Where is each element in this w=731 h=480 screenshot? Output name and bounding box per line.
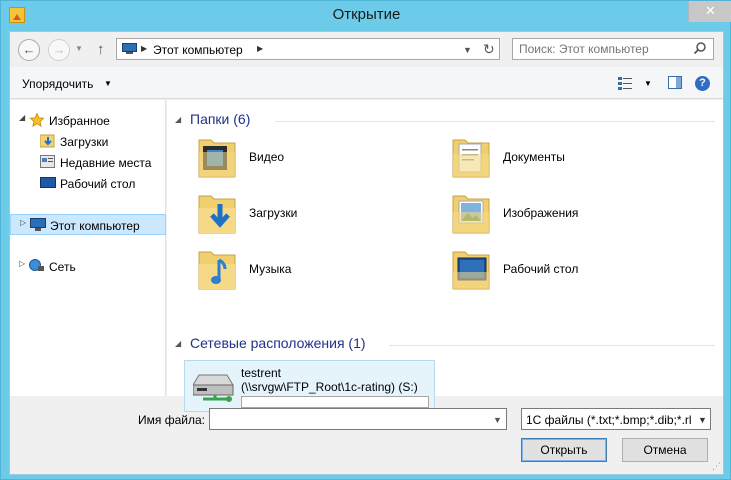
file-list-pane: ◢ Папки (6) Видео Документы Загрузки Изо… — [167, 100, 723, 412]
folder-label: Видео — [249, 150, 285, 164]
folder-label: Изображения — [503, 206, 579, 220]
title-bar: Открытие ✕ — [1, 1, 731, 31]
collapse-arrow-icon[interactable]: ◢ — [175, 115, 181, 124]
network-drive-item[interactable]: testrent (\\srvgw\FTP_Root\1c-rating) (S… — [184, 360, 435, 412]
folder-label: Рабочий стол — [503, 262, 579, 276]
search-input[interactable] — [517, 41, 687, 57]
view-chevron-down-icon[interactable]: ▼ — [644, 79, 652, 88]
music-folder-icon — [198, 251, 236, 290]
network-locations-group-header[interactable]: ◢ Сетевые расположения (1) — [175, 334, 715, 354]
collapse-arrow-icon[interactable]: ◢ — [175, 339, 181, 348]
folders-group-header[interactable]: ◢ Папки (6) — [175, 110, 715, 130]
search-icon[interactable] — [693, 41, 707, 55]
nav-label: Рабочий стол — [60, 177, 136, 191]
expand-arrow-icon[interactable]: ◢ — [19, 113, 25, 122]
downloads-folder-icon — [198, 195, 236, 234]
file-type-value: 1С файлы (*.txt;*.bmp;*.dib;*.rl — [526, 413, 692, 427]
star-icon — [29, 113, 45, 127]
group-title: Сетевые расположения (1) — [190, 335, 366, 351]
folder-label: Загрузки — [249, 206, 298, 220]
nav-label: Недавние места — [60, 156, 152, 170]
expand-arrow-icon[interactable]: ▷ — [19, 259, 25, 268]
folder-label: Музыка — [249, 262, 292, 276]
nav-label: Этот компьютер — [50, 219, 140, 233]
breadcrumb-separator-icon[interactable]: ▶ — [141, 44, 147, 53]
network-drive-path: (\\srvgw\FTP_Root\1c-rating) (S:) — [241, 380, 418, 394]
nav-label: Сеть — [49, 260, 76, 274]
video-folder-icon — [198, 139, 236, 178]
back-button[interactable]: ← — [18, 39, 40, 61]
expand-arrow-icon[interactable]: ▷ — [20, 218, 26, 227]
documents-folder-icon — [452, 139, 490, 178]
search-box[interactable] — [512, 38, 714, 60]
group-divider — [275, 121, 715, 122]
nav-item-downloads[interactable]: Загрузки — [10, 131, 166, 151]
up-arrow-icon[interactable]: ↑ — [97, 41, 105, 58]
filename-chevron-down-icon[interactable]: ▼ — [493, 415, 502, 425]
folder-item[interactable]: Документы — [451, 134, 691, 184]
nav-label: Избранное — [49, 114, 110, 128]
address-bar[interactable]: ▶ Этот компьютер ▶ ▼ ↻ — [116, 38, 500, 60]
pictures-folder-icon — [452, 195, 490, 234]
filename-combobox[interactable]: ▼ — [209, 408, 507, 430]
desktop-folder-icon — [452, 251, 490, 290]
downloads-folder-icon — [40, 134, 55, 148]
refresh-icon[interactable]: ↻ — [483, 41, 495, 58]
nav-item-favorites[interactable]: ◢ Избранное — [10, 110, 166, 130]
forward-button[interactable]: → — [48, 39, 70, 61]
nav-item-desktop[interactable]: Рабочий стол — [10, 173, 166, 193]
computer-icon — [30, 218, 46, 231]
cancel-button[interactable]: Отмена — [622, 438, 708, 462]
filename-label: Имя файла: — [138, 413, 205, 427]
navigation-pane: ◢ Избранное Загрузки Недавние места Рабо… — [10, 100, 166, 396]
network-drive-name: testrent — [241, 366, 282, 380]
nav-item-recent-places[interactable]: Недавние места — [10, 152, 166, 172]
filename-input[interactable] — [213, 411, 483, 427]
computer-icon — [122, 43, 137, 54]
command-toolbar: Упорядочить ▼ ▼ ? — [10, 67, 723, 99]
drive-usage-bar — [241, 396, 429, 408]
nav-item-this-pc[interactable]: ▷ Этот компьютер — [10, 214, 166, 235]
window-title: Открытие — [332, 6, 401, 23]
close-button[interactable]: ✕ — [688, 1, 731, 22]
view-options-icon[interactable] — [618, 77, 632, 90]
folder-item[interactable]: Загрузки — [197, 190, 437, 240]
preview-pane-icon[interactable] — [668, 76, 682, 89]
desktop-icon — [40, 177, 56, 188]
folder-item[interactable]: Видео — [197, 134, 437, 184]
folder-item[interactable]: Рабочий стол — [451, 246, 691, 296]
open-button[interactable]: Открыть — [521, 438, 607, 462]
recent-places-icon — [40, 155, 55, 168]
network-drive-icon — [193, 374, 234, 402]
organize-chevron-down-icon[interactable]: ▼ — [104, 79, 112, 88]
group-title: Папки (6) — [190, 111, 251, 127]
folder-item[interactable]: Изображения — [451, 190, 691, 240]
folder-item[interactable]: Музыка — [197, 246, 437, 296]
nav-item-network[interactable]: ▷ Сеть — [10, 256, 166, 276]
folder-label: Документы — [503, 150, 565, 164]
network-icon — [29, 259, 44, 271]
file-type-select[interactable]: 1С файлы (*.txt;*.bmp;*.dib;*.rl ▼ — [521, 408, 711, 430]
recent-locations-chevron-icon[interactable]: ▼ — [75, 44, 83, 53]
breadcrumb-separator-icon[interactable]: ▶ — [257, 44, 263, 53]
file-type-chevron-down-icon[interactable]: ▼ — [698, 415, 707, 425]
group-divider — [389, 345, 715, 346]
address-history-chevron-icon[interactable]: ▼ — [463, 45, 472, 55]
breadcrumb-this-pc[interactable]: Этот компьютер — [153, 43, 243, 57]
organize-button[interactable]: Упорядочить — [22, 77, 93, 91]
resize-grip-icon[interactable]: ⋰ — [712, 461, 721, 472]
dialog-client-area: ← → ▼ ↑ ▶ Этот компьютер ▶ ▼ ↻ Упорядочи… — [9, 31, 724, 475]
help-icon[interactable]: ? — [695, 76, 710, 91]
open-dialog-window: Открытие ✕ ← → ▼ ↑ ▶ Этот компьютер ▶ ▼ … — [0, 0, 731, 480]
nav-label: Загрузки — [60, 135, 109, 149]
